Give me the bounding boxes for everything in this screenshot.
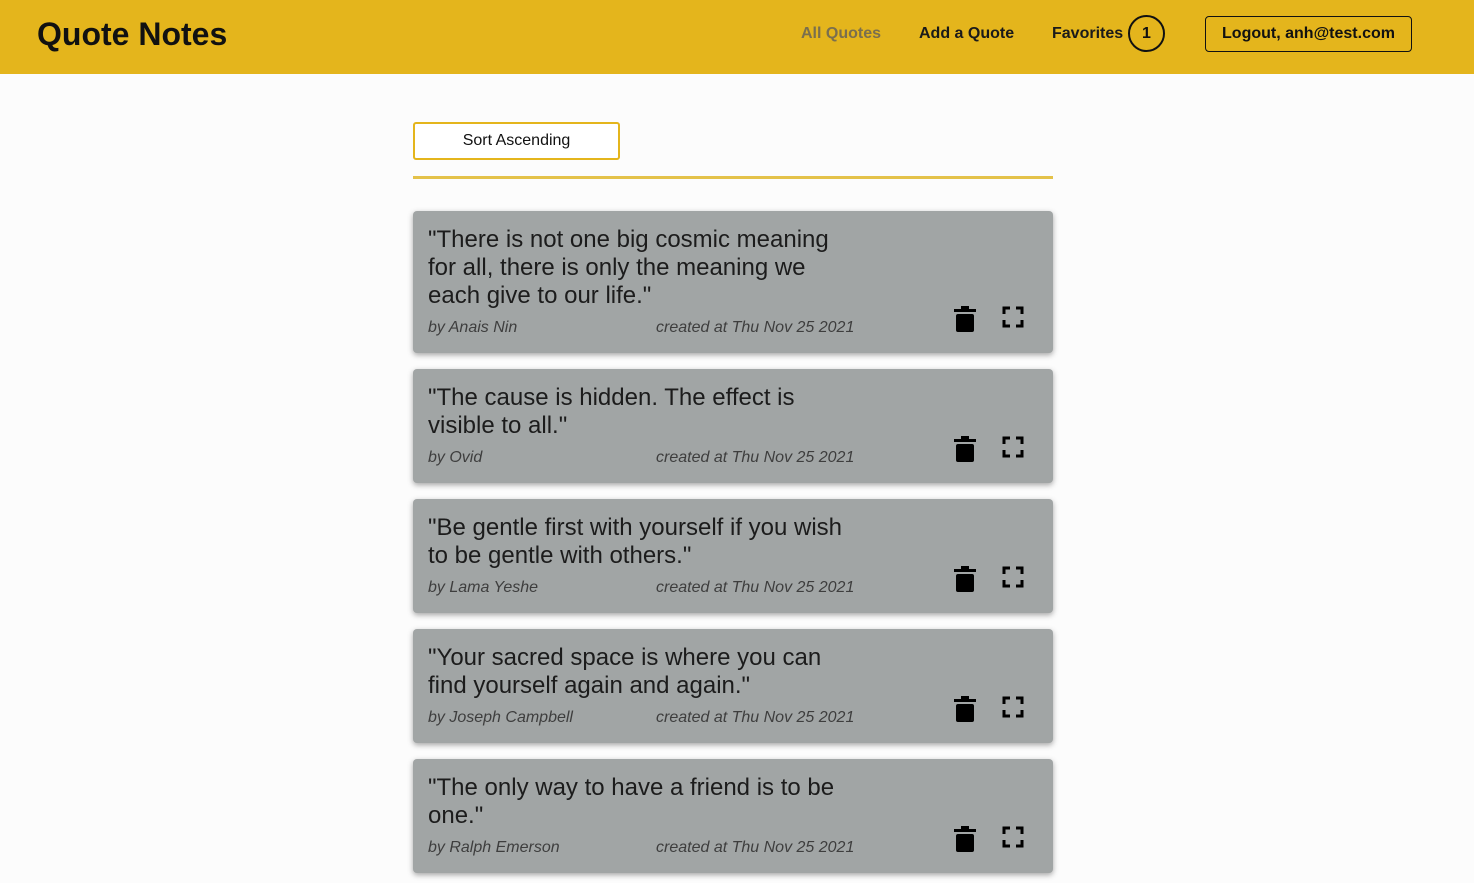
nav-all-quotes[interactable]: All Quotes [801, 24, 881, 44]
sort-button[interactable]: Sort Ascending [413, 122, 620, 160]
quote-author: by Anais Nin [428, 319, 518, 336]
fullscreen-icon[interactable] [1002, 826, 1024, 848]
quote-card: "Be gentle first with yourself if you wi… [413, 499, 1053, 613]
quote-author: by Lama Yeshe [428, 579, 539, 596]
favorites-count-badge[interactable]: 1 [1128, 15, 1165, 52]
quote-text: "The cause is hidden. The effect is visi… [428, 384, 795, 439]
trash-icon[interactable] [954, 566, 976, 592]
fullscreen-icon[interactable] [1002, 566, 1024, 588]
nav-favorites[interactable]: Favorites [1052, 24, 1123, 44]
quote-date: created at Thu Nov 25 2021 [656, 839, 855, 856]
divider [413, 176, 1053, 179]
quote-author: by Ovid [428, 449, 483, 466]
fullscreen-icon[interactable] [1002, 696, 1024, 718]
quote-text: "Your sacred space is where you can find… [428, 644, 822, 699]
trash-icon[interactable] [954, 826, 976, 852]
trash-icon[interactable] [954, 436, 976, 462]
quote-text: "Be gentle first with yourself if you wi… [428, 514, 843, 569]
quote-author: by Ralph Emerson [428, 839, 560, 856]
quote-card: "The only way to have a friend is to be … [413, 759, 1053, 873]
nav-add-quote[interactable]: Add a Quote [919, 24, 1014, 44]
fullscreen-icon[interactable] [1002, 306, 1024, 328]
quote-card: "There is not one big cosmic meaning for… [413, 211, 1053, 353]
trash-icon[interactable] [954, 306, 976, 332]
quote-date: created at Thu Nov 25 2021 [656, 319, 855, 336]
logout-button[interactable]: Logout, anh@test.com [1205, 16, 1412, 52]
fullscreen-icon[interactable] [1002, 436, 1024, 458]
quote-date: created at Thu Nov 25 2021 [656, 449, 855, 466]
quote-date: created at Thu Nov 25 2021 [656, 709, 855, 726]
quote-author: by Joseph Campbell [428, 709, 573, 726]
quote-card: "The cause is hidden. The effect is visi… [413, 369, 1053, 483]
quote-card: "Your sacred space is where you can find… [413, 629, 1053, 743]
app-logo[interactable]: Quote Notes [37, 15, 227, 53]
quote-text: "The only way to have a friend is to be … [428, 774, 835, 829]
trash-icon[interactable] [954, 696, 976, 722]
quote-date: created at Thu Nov 25 2021 [656, 579, 855, 596]
quote-text: "There is not one big cosmic meaning for… [428, 226, 829, 309]
app-header: Quote Notes All Quotes Add a Quote Favor… [0, 0, 1474, 74]
